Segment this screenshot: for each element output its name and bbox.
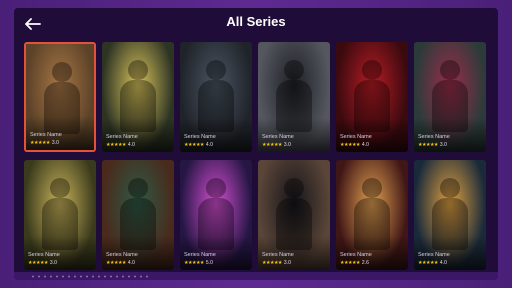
rating-row: ★★★★★ 3.0 [262,260,291,266]
series-name: Series Name [418,252,450,258]
series-figure [128,60,148,80]
rating-row: ★★★★★ 3.0 [262,142,291,148]
rating-value: 4.0 [205,142,213,148]
series-card[interactable]: Series Name ★★★★★ 4.0 [102,160,174,270]
rating-value: 4.0 [361,142,369,148]
series-grid: Series Name ★★★★★ 3.0 Series Name ★★★★★ 4.0 Se… [24,42,486,270]
rating-value: 3.0 [283,142,291,148]
series-card[interactable]: Series Name ★★★★★ 3.0 [24,42,96,152]
series-name: Series Name [28,252,60,258]
rating-value: 5.0 [205,260,213,266]
series-card[interactable]: Series Name ★★★★★ 5.0 [180,160,252,270]
series-name: Series Name [340,252,372,258]
star-rating-icon: ★★★★★ [262,260,282,266]
rating-value: 3.0 [49,260,57,266]
series-figure [206,60,226,80]
series-card[interactable]: Series Name ★★★★★ 2.6 [336,160,408,270]
rating-value: 3.0 [51,140,59,146]
rating-row: ★★★★★ 5.0 [184,260,213,266]
series-card[interactable]: Series Name ★★★★★ 3.0 [258,160,330,270]
bottom-bar [14,272,498,280]
star-rating-icon: ★★★★★ [30,140,50,146]
series-card[interactable]: Series Name ★★★★★ 4.0 [180,42,252,152]
series-name: Series Name [262,134,294,140]
series-name: Series Name [106,134,138,140]
star-rating-icon: ★★★★★ [262,142,282,148]
series-card[interactable]: Series Name ★★★★★ 3.0 [414,42,486,152]
series-figure [128,178,148,198]
series-figure [362,178,382,198]
rating-row: ★★★★★ 4.0 [340,142,369,148]
series-figure [284,178,304,198]
series-name: Series Name [262,252,294,258]
rating-value: 3.0 [283,260,291,266]
series-name: Series Name [418,134,450,140]
rating-value: 4.0 [439,260,447,266]
star-rating-icon: ★★★★★ [340,260,360,266]
series-panel: All Series Series Name ★★★★★ 3.0 Series Nam… [14,8,498,280]
series-figure [52,62,72,82]
series-card[interactable]: Series Name ★★★★★ 4.0 [336,42,408,152]
rating-row: ★★★★★ 4.0 [106,260,135,266]
series-figure [50,178,70,198]
page-title: All Series [226,14,286,29]
star-rating-icon: ★★★★★ [184,142,204,148]
series-figure [284,60,304,80]
series-figure [440,178,460,198]
rating-value: 4.0 [127,142,135,148]
bottom-dots [30,275,150,278]
rating-row: ★★★★★ 2.6 [340,260,369,266]
series-card[interactable]: Series Name ★★★★★ 4.0 [414,160,486,270]
series-name: Series Name [30,132,62,138]
star-rating-icon: ★★★★★ [106,142,126,148]
series-name: Series Name [106,252,138,258]
star-rating-icon: ★★★★★ [28,260,48,266]
rating-value: 3.0 [439,142,447,148]
series-card[interactable]: Series Name ★★★★★ 3.0 [24,160,96,270]
star-rating-icon: ★★★★★ [340,142,360,148]
series-name: Series Name [340,134,372,140]
series-figure [362,60,382,80]
star-rating-icon: ★★★★★ [418,260,438,266]
star-rating-icon: ★★★★★ [106,260,126,266]
rating-row: ★★★★★ 4.0 [106,142,135,148]
rating-row: ★★★★★ 4.0 [184,142,213,148]
rating-row: ★★★★★ 4.0 [418,260,447,266]
rating-value: 2.6 [361,260,369,266]
star-rating-icon: ★★★★★ [184,260,204,266]
series-card[interactable]: Series Name ★★★★★ 4.0 [102,42,174,152]
series-figure [206,178,226,198]
rating-row: ★★★★★ 3.0 [28,260,57,266]
series-name: Series Name [184,134,216,140]
rating-row: ★★★★★ 3.0 [418,142,447,148]
rating-row: ★★★★★ 3.0 [30,140,59,146]
series-name: Series Name [184,252,216,258]
rating-value: 4.0 [127,260,135,266]
series-figure [440,60,460,80]
header: All Series [14,8,498,42]
star-rating-icon: ★★★★★ [418,142,438,148]
series-card[interactable]: Series Name ★★★★★ 3.0 [258,42,330,152]
